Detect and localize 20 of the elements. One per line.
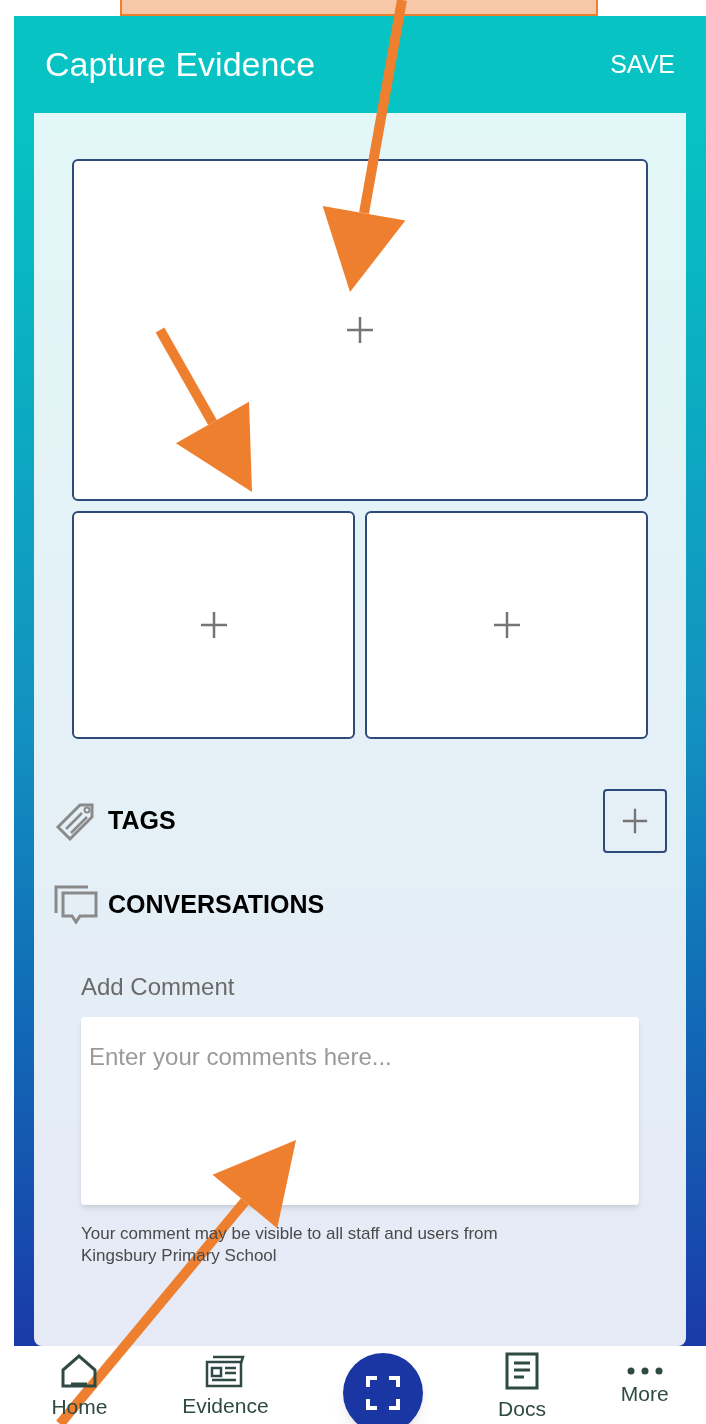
tags-heading: TAGS [108,805,176,837]
scan-icon [365,1375,402,1411]
add-photo-slot[interactable] [365,511,648,739]
plus-icon [198,610,229,640]
add-photo-slot[interactable] [72,511,355,739]
add-comment-label: Add Comment [81,972,236,1002]
more-icon [626,1366,663,1377]
chat-bubbles-icon [54,885,98,925]
add-tag-button[interactable] [603,789,667,853]
screen-title: Capture Evidence [45,44,316,85]
plus-icon [491,610,522,640]
plus-icon [621,807,649,835]
nav-tab[interactable]: Docs [498,1351,546,1424]
nav-tab[interactable]: More [620,1366,669,1410]
nav-tab[interactable]: Evidence [182,1354,269,1422]
comment-field[interactable]: Enter your comments here... [81,1017,639,1205]
home-icon [60,1353,99,1390]
plus-icon [345,315,375,345]
document-icon [504,1351,540,1392]
conversations-heading: CONVERSATIONS [108,889,325,921]
